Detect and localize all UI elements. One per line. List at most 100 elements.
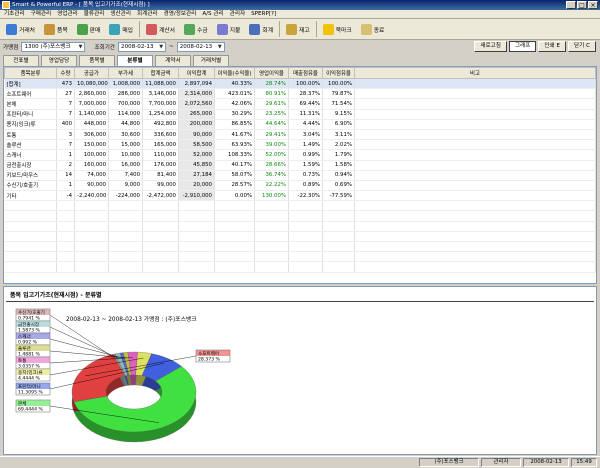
minimize-icon[interactable]: _ (566, 1, 576, 9)
empty-cell (142, 200, 179, 212)
table-cell: 114,000 (108, 109, 143, 120)
empty-cell (354, 210, 596, 222)
date-to-input[interactable]: 2008-02-13 ▼ (176, 42, 225, 52)
graph-button[interactable]: 그래프 (508, 41, 537, 52)
table-cell: 41.67% (214, 129, 255, 141)
menu-as[interactable]: A/S 관리 (202, 10, 223, 18)
toolbar-button-4[interactable]: 계산서 (143, 21, 178, 37)
tab-0[interactable]: 전표별 (3, 55, 39, 66)
tab-5[interactable]: 거래처별 (193, 55, 229, 66)
table-row[interactable]: 솔루션 7 150,000 15,000 165,000 58,500 63.93% 39.0… (4, 139, 596, 151)
empty-cell (254, 251, 289, 263)
table-cell: 2,314,000 (178, 88, 215, 100)
pie-label: 용지(잉크)류4.4444 % (15, 368, 51, 382)
range-separator: ~ (169, 44, 174, 50)
table-cell: 58.07% (214, 170, 255, 181)
table-row[interactable]: [합계] 473 10,080,000 1,008,000 11,088,000 2,89… (4, 78, 596, 90)
pie-label-name: 솔루션 (18, 345, 31, 352)
date-from-input[interactable]: 2008-02-13 ▼ (118, 42, 167, 52)
column-header[interactable]: 이익율(수익율) (214, 67, 255, 79)
table-cell: 7 (56, 109, 75, 120)
table-cell: 10,080,000 (74, 78, 109, 90)
toolbar-button-7[interactable]: 회계 (246, 21, 276, 37)
toolbar-button-2[interactable]: 판매 (74, 21, 104, 37)
column-header[interactable]: 합계금액 (142, 67, 179, 79)
print-button[interactable]: 인쇄 E (538, 41, 567, 52)
toolbar-button-10[interactable]: 종료 (358, 21, 388, 37)
column-header[interactable]: 매출점유율 (288, 67, 323, 79)
window-title: Smart & Powerful ERP - [ 품목 입고기가조(현재시점) … (12, 2, 150, 8)
table-row[interactable]: 스캐너 1 100,000 10,000 110,000 52,000 108.33% 52.… (4, 149, 596, 161)
toolbar-label: 지불 (229, 27, 241, 34)
branch-select[interactable]: 1300 (주)포스뱅크 ▼ (21, 42, 86, 52)
maximize-icon[interactable]: □ (577, 1, 587, 9)
menu-logistics[interactable]: 물류관리 (84, 10, 105, 18)
menu-sales[interactable]: 영업관리 (57, 10, 78, 18)
table-row[interactable]: 소프트웨어 27 2,860,000 286,000 3,146,000 2,314,00… (4, 88, 596, 100)
close-icon[interactable]: × (588, 1, 598, 9)
column-header[interactable]: 비고 (354, 67, 596, 79)
pie-label-value: 1.4881 % (18, 352, 41, 358)
menu-management[interactable]: 경영/정보관리 (164, 10, 197, 18)
toolbar-button-8[interactable]: 재고 (283, 21, 313, 37)
toolbar-button-0[interactable]: 거래처 (3, 21, 38, 37)
menu-purchase[interactable]: 구매관리 (31, 10, 52, 18)
table-cell: 150,000 (74, 139, 109, 151)
table-row[interactable]: 키보드/마우스 14 74,000 7,400 81,400 27,184 58.07% 36… (4, 170, 596, 181)
column-header[interactable]: 수량 (56, 67, 75, 79)
window-controls: _ □ × (566, 1, 598, 9)
table-cell: 28.74% (254, 78, 289, 90)
table-row[interactable]: 본체 7 7,000,000 700,000 7,700,000 2,072,560 42.… (4, 98, 596, 110)
table-cell: 20,000 (178, 180, 215, 192)
empty-cell (322, 261, 355, 273)
toolbar-label: 판매 (89, 27, 101, 34)
empty-cell (142, 221, 179, 232)
table-body: [합계] 473 10,080,000 1,008,000 11,088,000 2,89… (4, 78, 596, 273)
table-cell: 1.58% (322, 160, 355, 171)
close-button[interactable]: 닫기 C (568, 41, 596, 52)
column-header[interactable]: 부가세 (108, 67, 143, 79)
table-row[interactable]: 토통 3 306,000 30,600 336,600 90,000 41.67% 29.41… (4, 129, 596, 141)
table-cell: 36.74% (254, 170, 289, 181)
table-cell: 52,000 (178, 149, 215, 161)
toolbar-label: 종료 (373, 27, 385, 34)
truck-icon (109, 23, 121, 35)
menu-production[interactable]: 생산관리 (110, 10, 131, 18)
toolbar-button-9[interactable]: 북마크 (320, 21, 355, 37)
column-header[interactable]: 품목분류 (4, 67, 57, 79)
status-bar: (주)포스뱅크 관리자 2008-02-13 15:49 (0, 456, 600, 468)
toolbar-button-6[interactable]: 지불 (214, 21, 244, 37)
menu-admin[interactable]: 관리자 (230, 10, 245, 18)
cart-icon (76, 23, 88, 35)
menu-basic[interactable]: 기초관리 (4, 10, 25, 18)
menu-help[interactable]: SPERP[?] (251, 10, 276, 18)
empty-cell (254, 241, 289, 253)
column-header[interactable]: 영업이익율 (254, 67, 289, 79)
table-row[interactable]: 프린터/마니 7 1,140,000 114,000 1,254,000 265,000 3… (4, 109, 596, 120)
table-cell: 473 (56, 78, 75, 90)
table-cell: 700,000 (108, 98, 143, 110)
toolbar-button-5[interactable]: 수금 (181, 21, 211, 37)
refresh-button[interactable]: 새로고침 (474, 41, 507, 52)
menu-accounting[interactable]: 회계관리 (137, 10, 158, 18)
column-header[interactable]: 이익점유율 (322, 67, 355, 79)
table-row[interactable]: 기타 -4 -2,240,000 -224,000 -2,472,000 -2,910,0… (4, 190, 596, 202)
table-cell: 0.73% (288, 170, 323, 181)
table-header: 품목분류 수량 공급가 부가세 합계금액 이익합계 이익율(수익율) 영업이익율 매출점유율 이익… (4, 67, 596, 79)
toolbar-button-1[interactable]: 품목 (41, 21, 71, 37)
table-row[interactable]: 금전출시장 2 160,000 16,000 176,000 45,850 40.17% 28… (4, 160, 596, 171)
table-row[interactable]: 용지(잉크)류 400 448,000 44,800 492,800 200,000 86.… (4, 119, 596, 130)
table-cell: 423.01% (214, 88, 255, 100)
tab-4[interactable]: 계약서 (155, 55, 191, 66)
empty-cell (108, 231, 143, 243)
tab-2[interactable]: 품목별 (79, 55, 115, 66)
empty-cell (214, 261, 255, 273)
table-row[interactable]: 수신기/호출기 1 90,000 9,000 99,000 20,000 28.57% 22.… (4, 180, 596, 192)
empty-cell (254, 210, 289, 222)
tab-1[interactable]: 영업담당 (41, 55, 77, 66)
tab-3[interactable]: 분류별 (117, 55, 153, 66)
table-cell: 1.79% (322, 149, 355, 161)
column-header[interactable]: 이익합계 (178, 67, 215, 79)
toolbar-button-3[interactable]: 매입 (106, 21, 136, 37)
column-header[interactable]: 공급가 (74, 67, 109, 79)
